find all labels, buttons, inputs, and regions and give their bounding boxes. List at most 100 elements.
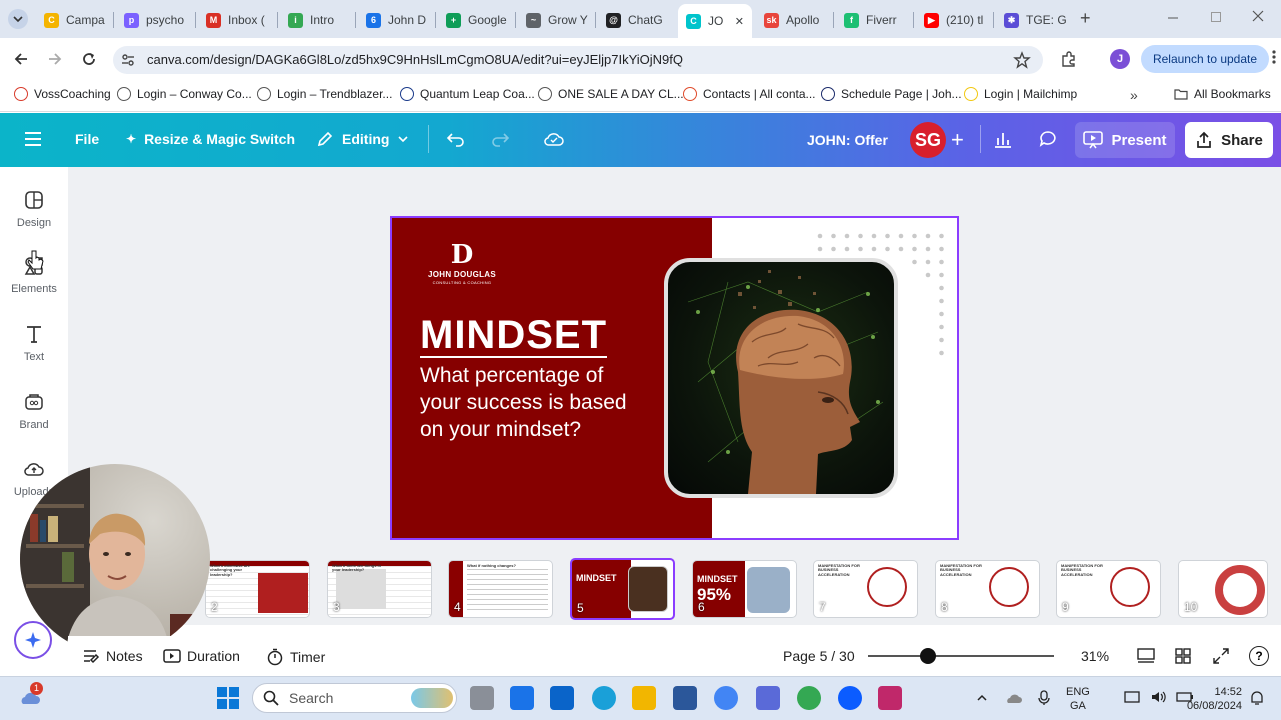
bookmark-item[interactable]: Contacts | All conta... bbox=[683, 87, 816, 101]
browser-tab[interactable]: @ ChatG bbox=[598, 6, 674, 34]
close-tab-icon[interactable]: ✕ bbox=[735, 15, 744, 28]
bookmark-item[interactable]: Login – Conway Co... bbox=[117, 87, 252, 101]
browser-tab[interactable]: + Google bbox=[438, 6, 514, 34]
calculator-icon[interactable] bbox=[510, 686, 534, 710]
page-indicator[interactable]: Page 5 / 30 bbox=[783, 648, 855, 664]
redo-button[interactable] bbox=[490, 130, 510, 148]
page-thumbnail[interactable]: What if there are things in your leaders… bbox=[327, 560, 432, 618]
page-thumbnail[interactable]: MINDSET 95% 6 bbox=[692, 560, 797, 618]
share-button[interactable]: Share bbox=[1185, 122, 1273, 158]
slide-page-5[interactable]: D JOHN DOUGLAS CONSULTING & COACHING MIN… bbox=[390, 216, 959, 540]
sidebar-item-text[interactable]: Text bbox=[0, 323, 68, 363]
help-button[interactable]: ? bbox=[1249, 646, 1269, 666]
main-menu-button[interactable] bbox=[25, 131, 43, 147]
timer-button[interactable]: Timer bbox=[266, 648, 325, 666]
forward-button[interactable] bbox=[46, 50, 64, 73]
slide-body-text[interactable]: What percentage of your success is based… bbox=[420, 362, 627, 443]
file-explorer-icon[interactable] bbox=[632, 686, 656, 710]
browser-tab[interactable]: f Fiverr bbox=[836, 6, 912, 34]
weather-widget[interactable]: 1 bbox=[18, 682, 43, 710]
page-view-button[interactable] bbox=[1137, 648, 1155, 669]
zoom-slider-handle[interactable] bbox=[919, 648, 936, 664]
zoom-icon[interactable] bbox=[838, 686, 862, 710]
omnibox[interactable]: canva.com/design/DAGKa6Gl8Lo/zd5hx9C9HnH… bbox=[113, 46, 1043, 74]
slide-logo[interactable]: D JOHN DOUGLAS CONSULTING & COACHING bbox=[422, 242, 502, 285]
back-button[interactable] bbox=[12, 50, 30, 73]
browser-tab[interactable]: p psycho bbox=[116, 6, 192, 34]
tab-search-button[interactable] bbox=[8, 9, 28, 29]
page-thumbnail[interactable]: What if nothing changes? 4 bbox=[448, 560, 553, 618]
comments-button[interactable] bbox=[1038, 129, 1058, 149]
outlook-icon[interactable] bbox=[550, 686, 574, 710]
present-button[interactable]: Present bbox=[1075, 122, 1175, 158]
chrome-icon[interactable] bbox=[714, 686, 738, 710]
slide-heading[interactable]: MINDSET bbox=[420, 314, 607, 358]
file-menu-button[interactable]: File bbox=[75, 131, 99, 147]
page-thumbnail[interactable]: 10 bbox=[1178, 560, 1268, 618]
invite-collaborator-button[interactable]: + bbox=[951, 127, 964, 153]
sidebar-item-brand[interactable]: Brand bbox=[0, 391, 68, 431]
brain-head-image[interactable] bbox=[664, 258, 898, 498]
insights-button[interactable] bbox=[993, 129, 1013, 149]
editing-mode-dropdown[interactable]: Editing bbox=[316, 130, 409, 148]
collaborator-avatar[interactable]: SG bbox=[910, 122, 946, 158]
browser-tab[interactable]: sk Apollo bbox=[756, 6, 832, 34]
notifications-button[interactable] bbox=[1250, 690, 1264, 711]
undo-button[interactable] bbox=[446, 130, 466, 148]
design-title[interactable]: JOHN: Offer bbox=[807, 132, 888, 148]
reload-button[interactable] bbox=[80, 50, 98, 73]
clock[interactable]: 14:52 06/08/2024 bbox=[1182, 685, 1242, 713]
language-indicator[interactable]: ENG GA bbox=[1066, 685, 1090, 713]
chrome-profile-icon[interactable] bbox=[797, 686, 821, 710]
grid-view-button[interactable] bbox=[1175, 648, 1191, 669]
relaunch-button[interactable]: Relaunch to update bbox=[1141, 45, 1269, 73]
word-icon[interactable] bbox=[673, 686, 697, 710]
all-bookmarks-button[interactable]: All Bookmarks bbox=[1174, 87, 1271, 101]
bookmark-item[interactable]: Login – Trendblazer... bbox=[257, 87, 392, 101]
browser-tab[interactable]: i Intro bbox=[280, 6, 356, 34]
browser-tab[interactable]: 6 John D bbox=[358, 6, 434, 34]
bookmark-item[interactable]: ONE SALE A DAY CL... bbox=[538, 87, 684, 101]
zoom-slider[interactable] bbox=[868, 648, 1054, 664]
chrome-menu-button[interactable] bbox=[1272, 49, 1276, 70]
edge-icon[interactable] bbox=[592, 686, 616, 710]
bookmark-item[interactable]: VossCoaching bbox=[14, 87, 111, 101]
browser-tab[interactable]: C Campa bbox=[36, 6, 112, 34]
browser-tab[interactable]: C JO ✕ bbox=[678, 4, 752, 38]
page-thumbnail[interactable]: MANIFESTATION FOR BUSINESS ACCELERATION 8 bbox=[935, 560, 1040, 618]
browser-tab[interactable]: ▶ (210) tl bbox=[916, 6, 992, 34]
start-button[interactable] bbox=[217, 687, 239, 714]
sidebar-item-design[interactable]: Design bbox=[0, 189, 68, 229]
settings-icon[interactable] bbox=[756, 686, 780, 710]
task-view-icon[interactable] bbox=[470, 686, 494, 710]
minimize-button[interactable] bbox=[1166, 9, 1180, 23]
restore-button[interactable] bbox=[1210, 10, 1222, 28]
bookmark-item[interactable]: Quantum Leap Coa... bbox=[400, 87, 535, 101]
notes-button[interactable]: Notes bbox=[82, 648, 143, 664]
magic-assistant-button[interactable] bbox=[14, 621, 52, 659]
star-icon[interactable] bbox=[1013, 51, 1031, 69]
snipping-tool-icon[interactable] bbox=[878, 686, 902, 710]
taskbar-search-box[interactable]: Search bbox=[252, 683, 457, 713]
system-tray[interactable] bbox=[976, 690, 1050, 706]
fullscreen-button[interactable] bbox=[1213, 648, 1229, 669]
duration-button[interactable]: Duration bbox=[163, 648, 240, 664]
zoom-level[interactable]: 31% bbox=[1081, 648, 1109, 664]
bookmarks-overflow-button[interactable]: » bbox=[1130, 87, 1138, 103]
url-text[interactable]: canva.com/design/DAGKa6Gl8Lo/zd5hx9C9HnH… bbox=[147, 52, 683, 67]
browser-tab[interactable]: ✱ TGE: G bbox=[996, 6, 1072, 34]
close-window-button[interactable] bbox=[1252, 9, 1264, 27]
page-thumbnail[interactable]: MANIFESTATION FOR BUSINESS ACCELERATION 9 bbox=[1056, 560, 1161, 618]
resize-magic-switch-button[interactable]: ✦ Resize & Magic Switch bbox=[126, 131, 295, 147]
browser-tab[interactable]: M Inbox ( bbox=[198, 6, 274, 34]
page-thumbnail[interactable]: MANIFESTATION FOR BUSINESS ACCELERATION 7 bbox=[813, 560, 918, 618]
site-settings-icon[interactable] bbox=[121, 53, 135, 67]
new-tab-button[interactable]: + bbox=[1080, 8, 1091, 29]
bookmark-item[interactable]: Schedule Page | Joh... bbox=[821, 87, 962, 101]
page-thumbnail[interactable]: MINDSET 5 bbox=[570, 558, 675, 620]
cloud-save-status[interactable] bbox=[543, 130, 565, 148]
page-thumbnail[interactable]: What's otherwise are challenging your le… bbox=[205, 560, 310, 618]
browser-tab[interactable]: ~ Grow Y bbox=[518, 6, 594, 34]
extensions-button[interactable] bbox=[1060, 50, 1078, 73]
profile-avatar[interactable]: J bbox=[1110, 49, 1130, 69]
